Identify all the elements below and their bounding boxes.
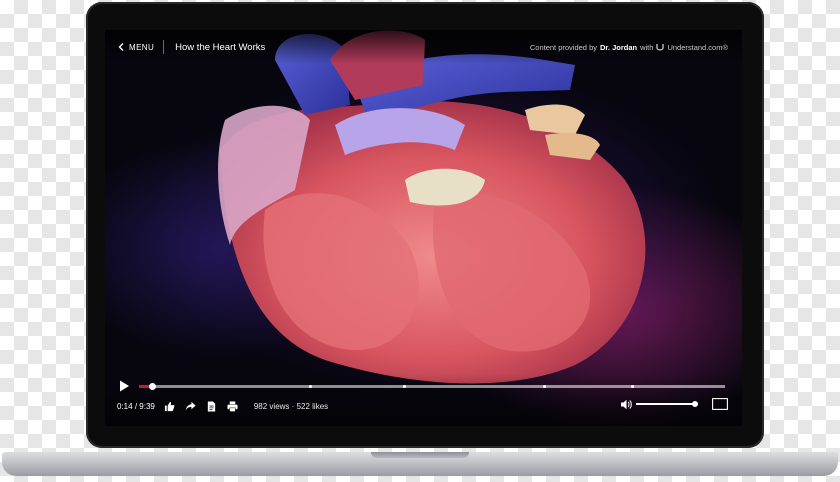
- print-icon[interactable]: [227, 400, 238, 412]
- laptop-notch: [371, 452, 469, 458]
- time-display: 0:14 / 9:39: [117, 402, 155, 411]
- chevron-left-icon: [118, 43, 124, 51]
- right-controls: [620, 398, 728, 410]
- volume-icon[interactable]: [620, 399, 632, 410]
- view-count: 982 views: [253, 401, 290, 411]
- thumbs-up-icon[interactable]: [164, 401, 175, 412]
- progress-scrubber[interactable]: [149, 383, 157, 390]
- volume-fill: [636, 403, 695, 405]
- progress-bar[interactable]: [139, 383, 725, 390]
- duration: 9:39: [139, 401, 155, 411]
- stats-separator: ·: [291, 401, 295, 411]
- chapter-marker[interactable]: [308, 385, 312, 388]
- divider: [163, 40, 165, 54]
- menu-label: MENU: [129, 42, 155, 52]
- video-title: How the Heart Works: [175, 41, 266, 53]
- credit-author: Dr. Jordan: [600, 42, 638, 52]
- volume-handle[interactable]: [691, 401, 698, 407]
- menu-button[interactable]: MENU: [118, 43, 154, 52]
- chapter-marker[interactable]: [402, 385, 406, 388]
- like-count: 522 likes: [296, 401, 329, 411]
- credit-prefix: Content provided by: [529, 42, 597, 52]
- player-controls: 0:14 / 9:39 982 views · 522 likes: [105, 374, 742, 426]
- video-stats: 982 views · 522 likes: [254, 402, 328, 411]
- time-separator: /: [134, 401, 138, 411]
- credit-with: with: [640, 42, 654, 52]
- heart-animation-frame: [218, 30, 646, 384]
- share-icon[interactable]: [185, 401, 196, 412]
- document-icon[interactable]: [206, 400, 217, 412]
- fullscreen-icon[interactable]: [712, 398, 728, 410]
- video-player[interactable]: MENU How the Heart Works Content provide…: [105, 30, 742, 426]
- content-credit: Content provided by Dr. Jordan with Unde…: [530, 43, 728, 52]
- understand-logo-icon: [656, 43, 665, 50]
- current-time: 0:14: [117, 401, 133, 411]
- chapter-marker[interactable]: [543, 385, 547, 388]
- chapter-marker[interactable]: [631, 385, 635, 388]
- play-icon[interactable]: [117, 379, 131, 393]
- controls-row: 0:14 / 9:39 982 views · 522 likes: [117, 399, 328, 413]
- volume-slider[interactable]: [636, 401, 698, 407]
- top-bar: MENU How the Heart Works Content provide…: [105, 30, 742, 64]
- credit-partner[interactable]: Understand.com®: [667, 43, 728, 52]
